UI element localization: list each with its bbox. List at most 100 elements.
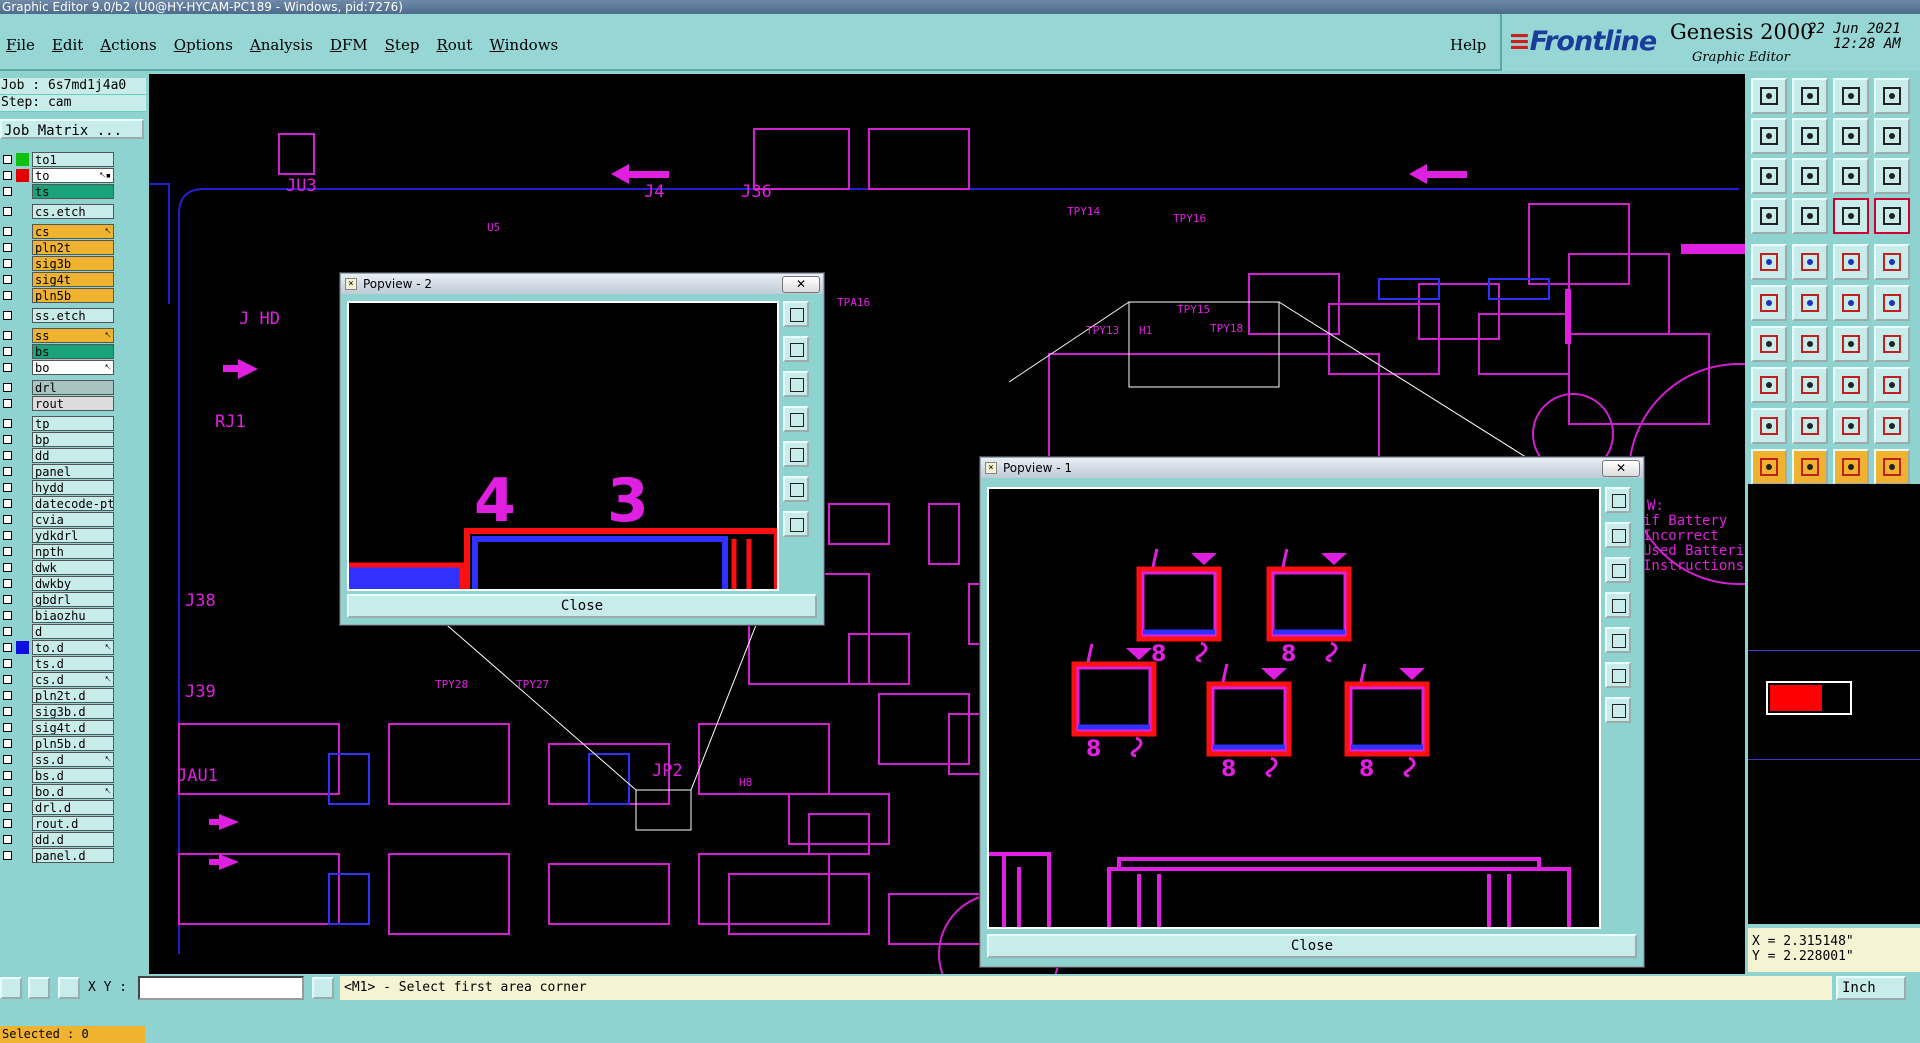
layer-row[interactable]: sig3b	[0, 256, 146, 271]
bar-icon[interactable]	[1833, 244, 1869, 280]
layer-name[interactable]: sig4t.d	[32, 720, 114, 735]
layer-checkbox[interactable]	[3, 467, 12, 476]
triangle-d-icon[interactable]	[1874, 408, 1910, 444]
layer-name[interactable]: ss.d ⭦	[32, 752, 114, 767]
net-icon[interactable]	[1751, 285, 1787, 321]
layer-row[interactable]: ss.etch	[0, 308, 146, 323]
layer-name[interactable]: tp	[32, 416, 114, 431]
layer-row[interactable]: ts	[0, 184, 146, 199]
layer-row[interactable]: sig4t	[0, 272, 146, 287]
layer-row[interactable]: ss.d ⭦	[0, 752, 146, 767]
popview-tool-icon[interactable]	[783, 406, 809, 432]
unit-selector[interactable]: Inch	[1836, 976, 1906, 1000]
popview-tool-icon[interactable]	[783, 371, 809, 397]
menu-options[interactable]: Options	[174, 36, 233, 54]
popview-tool-icon[interactable]	[783, 336, 809, 362]
pointer-icon[interactable]	[1751, 449, 1787, 485]
layer-row[interactable]: npth	[0, 544, 146, 559]
layer-name[interactable]: pln5b	[32, 288, 114, 303]
dot-icon[interactable]	[1874, 244, 1910, 280]
copy-icon[interactable]	[1874, 367, 1910, 403]
layer-checkbox[interactable]	[3, 643, 12, 652]
layer-name[interactable]: to1	[32, 152, 114, 167]
grid-icon[interactable]	[1792, 198, 1828, 234]
open-icon[interactable]	[1751, 78, 1787, 114]
layer-name[interactable]: rout	[32, 396, 114, 411]
layer-row[interactable]: to ⭦▪	[0, 168, 146, 183]
layer-checkbox[interactable]	[3, 419, 12, 428]
layer-name[interactable]: cvia	[32, 512, 114, 527]
popview-tool-icon[interactable]	[1605, 627, 1631, 653]
fit-icon[interactable]	[1751, 158, 1787, 194]
layer-row[interactable]: ydkdrl	[0, 528, 146, 543]
snap-icon[interactable]	[1833, 198, 1869, 234]
layer-name[interactable]: ss ⭦	[32, 328, 114, 343]
layer-name[interactable]: hydd	[32, 480, 114, 495]
home-icon[interactable]	[1833, 78, 1869, 114]
layer-row[interactable]: pln5b	[0, 288, 146, 303]
layer-name[interactable]: drl.d	[32, 800, 114, 815]
layer-row[interactable]: bs	[0, 344, 146, 359]
popview-1-close-button[interactable]: Close	[987, 934, 1637, 958]
layer-row[interactable]: cvia	[0, 512, 146, 527]
popview-tool-icon[interactable]	[783, 441, 809, 467]
layer-checkbox[interactable]	[3, 451, 12, 460]
layer-name[interactable]: dwk	[32, 560, 114, 575]
layer-row[interactable]: dd.d	[0, 832, 146, 847]
layer-name[interactable]: datecode-pto	[32, 496, 114, 511]
layer-name[interactable]: gbdrl	[32, 592, 114, 607]
menu-analysis[interactable]: Analysis	[250, 36, 313, 54]
layer-name[interactable]: panel.d	[32, 848, 114, 863]
layer-checkbox[interactable]	[3, 275, 12, 284]
layer-row[interactable]: bo.d ⭦	[0, 784, 146, 799]
layer-checkbox[interactable]	[3, 803, 12, 812]
layer-name[interactable]: sig3b	[32, 256, 114, 271]
triangle-c-icon[interactable]	[1833, 408, 1869, 444]
layer-name[interactable]: bs	[32, 344, 114, 359]
layer-name[interactable]: ydkdrl	[32, 528, 114, 543]
layer-name[interactable]: panel	[32, 464, 114, 479]
layer-name[interactable]: sig3b.d	[32, 704, 114, 719]
layer-name[interactable]: npth	[32, 544, 114, 559]
flip-icon[interactable]	[1874, 326, 1910, 362]
layer-row[interactable]: sig4t.d	[0, 720, 146, 735]
next-icon[interactable]	[1792, 118, 1828, 154]
layer-checkbox[interactable]	[3, 627, 12, 636]
popview-tool-icon[interactable]	[783, 511, 809, 537]
triangle-a-icon[interactable]	[1751, 408, 1787, 444]
pad-icon[interactable]	[1751, 244, 1787, 280]
layer-row[interactable]: sig3b.d	[0, 704, 146, 719]
layer-name[interactable]: pln2t	[32, 240, 114, 255]
layer-name[interactable]: dd	[32, 448, 114, 463]
layer-checkbox[interactable]	[3, 207, 12, 216]
snap-alt-icon[interactable]	[1874, 198, 1910, 234]
layer-checkbox[interactable]	[3, 579, 12, 588]
layer-checkbox[interactable]	[3, 547, 12, 556]
pointer-box-icon[interactable]	[1833, 449, 1869, 485]
popview-1-close-x[interactable]: ✕	[1602, 460, 1640, 477]
layer-row[interactable]: tp	[0, 416, 146, 431]
menu-step[interactable]: Step	[385, 36, 420, 54]
layer-row[interactable]: datecode-pto	[0, 496, 146, 511]
layer-name[interactable]: drl	[32, 380, 114, 395]
popview-tool-icon[interactable]	[1605, 697, 1631, 723]
layer-row[interactable]: cs.etch	[0, 204, 146, 219]
prev-icon[interactable]	[1751, 118, 1787, 154]
diag-icon[interactable]	[1792, 326, 1828, 362]
angle-icon[interactable]	[1751, 326, 1787, 362]
layer-name[interactable]: pln2t.d	[32, 688, 114, 703]
layer-checkbox[interactable]	[3, 675, 12, 684]
menu-windows[interactable]: Windows	[489, 36, 558, 54]
layer-name[interactable]: to ⭦▪	[32, 168, 114, 183]
layer-checkbox[interactable]	[3, 787, 12, 796]
layer-checkbox[interactable]	[3, 187, 12, 196]
hand-icon[interactable]	[1751, 198, 1787, 234]
layer-name[interactable]: rout.d	[32, 816, 114, 831]
layer-row[interactable]: cs ⭦	[0, 224, 146, 239]
layer-checkbox[interactable]	[3, 595, 12, 604]
layer-row[interactable]: rout	[0, 396, 146, 411]
layer-row[interactable]: bs.d	[0, 768, 146, 783]
layer-checkbox[interactable]	[3, 835, 12, 844]
layer-row[interactable]: cs.d ⭦	[0, 672, 146, 687]
layer-checkbox[interactable]	[3, 563, 12, 572]
